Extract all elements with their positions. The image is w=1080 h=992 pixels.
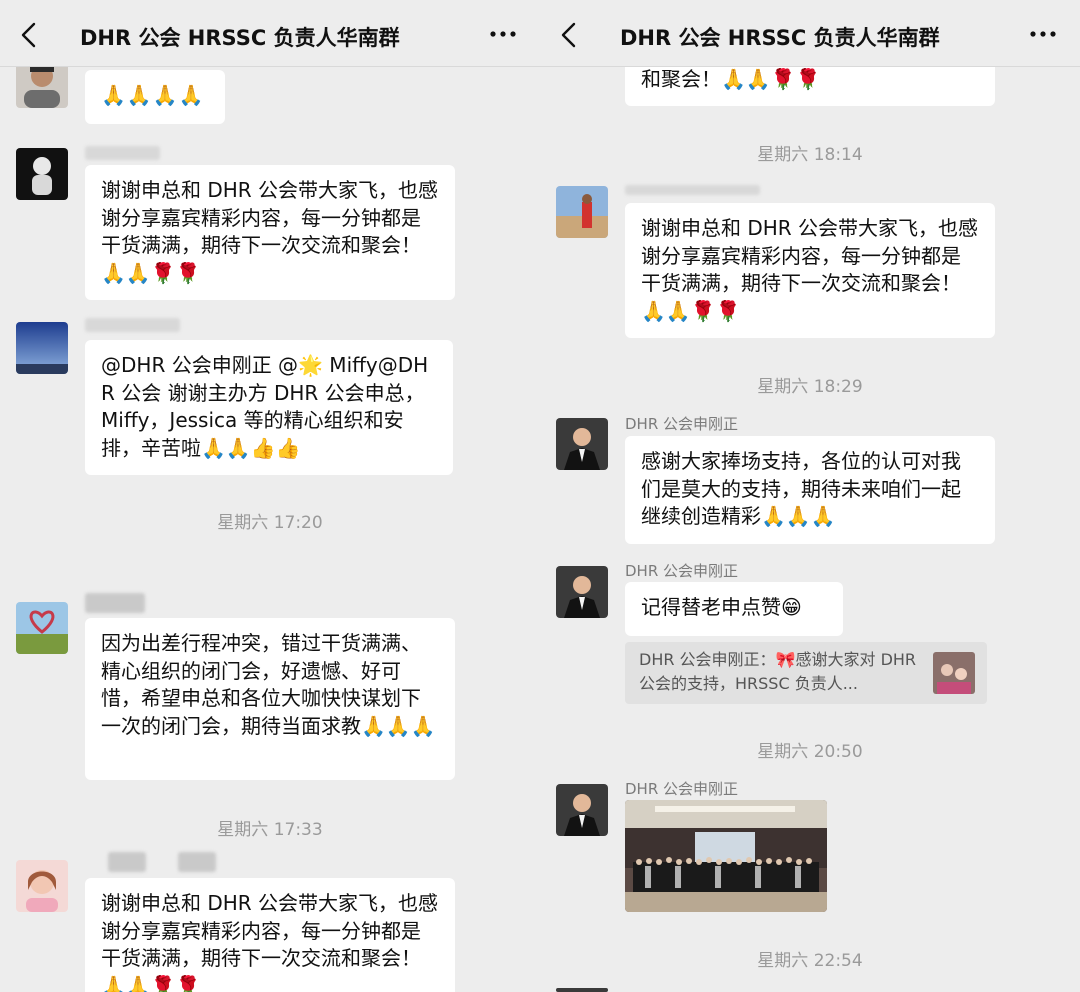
sender-name: DHR 公会申刚正: [625, 780, 739, 798]
message-bubble: @DHR 公会申刚正 @🌟 Miffy@DHR 公会 谢谢主办方 DHR 公会申…: [85, 340, 453, 475]
avatar[interactable]: [556, 784, 608, 836]
more-dots-icon[interactable]: [488, 26, 518, 42]
right-chat-panel: DHR 公会 HRSSC 负责人华南群( 和聚会！🙏🙏🌹🌹 星期六 18:14 …: [540, 0, 1080, 992]
avatar[interactable]: [556, 566, 608, 618]
timestamp: 星期六 17:33: [217, 820, 323, 840]
chat-header: DHR 公会 HRSSC 负责人华南群(: [540, 0, 1080, 67]
message-bubble: 谢谢申总和 DHR 公会带大家飞，也感谢分享嘉宾精彩内容，每一分钟都是干货满满，…: [85, 165, 455, 300]
group-photo-image[interactable]: [625, 800, 827, 912]
sender-name-redacted: [178, 852, 216, 872]
sender-name-redacted: [85, 318, 180, 332]
message-bubble: 🙏🙏🙏🙏: [85, 70, 225, 124]
back-chevron-icon[interactable]: [18, 22, 40, 48]
sender-name: DHR 公会申刚正: [625, 562, 739, 580]
message-bubble: 感谢大家捧场支持，各位的认可对我们是莫大的支持，期待未来咱们一起继续创造精彩🙏🙏…: [625, 436, 995, 544]
avatar[interactable]: [556, 186, 608, 238]
avatar[interactable]: [556, 988, 608, 992]
sender-name-redacted: [625, 185, 760, 195]
sender-name: DHR 公会申刚正: [625, 415, 739, 433]
avatar[interactable]: [16, 322, 68, 374]
timestamp: 星期六 17:20: [217, 513, 323, 533]
sender-name-redacted: [108, 852, 146, 872]
quoted-thumbnail: [933, 652, 975, 694]
avatar[interactable]: [556, 418, 608, 470]
left-chat-panel: DHR 公会 HRSSC 负责人华南群( 🙏🙏🙏🙏 谢谢申总和 DHR 公会带大…: [0, 0, 540, 992]
avatar[interactable]: [16, 602, 68, 654]
quoted-message[interactable]: DHR 公会申刚正：🎀感谢大家对 DHR 公会的支持，HRSSC 负责人...: [625, 642, 987, 704]
sender-name-redacted: [85, 146, 160, 160]
timestamp: 星期六 22:54: [757, 951, 863, 971]
chat-title: DHR 公会 HRSSC 负责人华南群(: [620, 26, 940, 50]
quoted-text: DHR 公会申刚正：🎀感谢大家对 DHR 公会的支持，HRSSC 负责人...: [639, 650, 917, 693]
message-bubble: 谢谢申总和 DHR 公会带大家飞，也感谢分享嘉宾精彩内容，每一分钟都是干货满满，…: [85, 878, 455, 992]
chat-header: DHR 公会 HRSSC 负责人华南群(: [0, 0, 540, 67]
sender-name-redacted: [85, 593, 145, 613]
message-bubble: 因为出差行程冲突，错过干货满满、精心组织的闭门会，好遗憾、好可惜，希望申总和各位…: [85, 618, 455, 780]
timestamp: 星期六 18:14: [757, 145, 863, 165]
back-chevron-icon[interactable]: [558, 22, 580, 48]
message-bubble: 记得替老申点赞😁: [625, 582, 843, 636]
avatar[interactable]: [16, 148, 68, 200]
avatar[interactable]: [16, 860, 68, 912]
chat-title: DHR 公会 HRSSC 负责人华南群(: [80, 26, 400, 50]
timestamp: 星期六 20:50: [757, 742, 863, 762]
timestamp: 星期六 18:29: [757, 377, 863, 397]
message-bubble: 谢谢申总和 DHR 公会带大家飞，也感谢分享嘉宾精彩内容，每一分钟都是干货满满，…: [625, 203, 995, 338]
more-dots-icon[interactable]: [1028, 26, 1058, 42]
